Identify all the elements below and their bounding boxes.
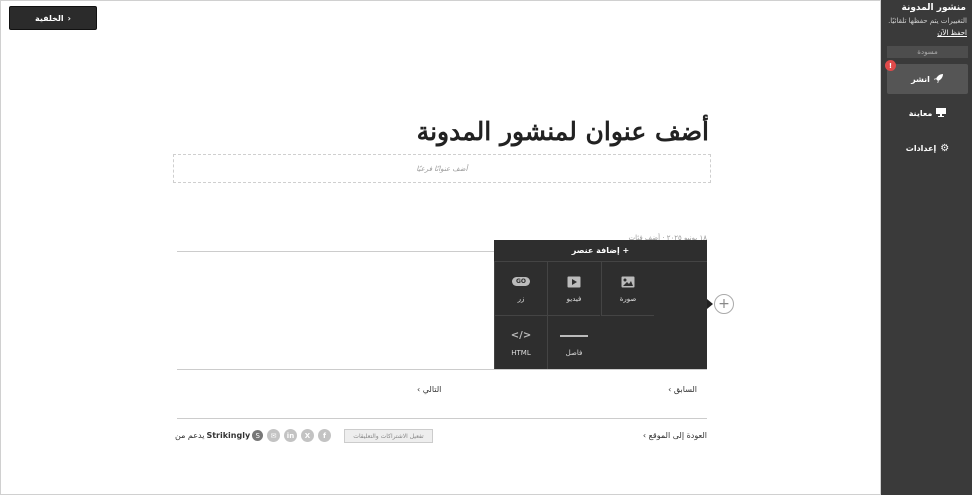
add-button-option[interactable]: GO زر [494, 262, 547, 316]
divider [177, 418, 707, 419]
powered-prefix: يدعم من [175, 431, 205, 440]
post-title[interactable]: أضف عنوان لمنشور المدونة [381, 117, 709, 146]
linkedin-icon[interactable]: in [284, 429, 297, 442]
rocket-icon [933, 73, 944, 85]
powered-by[interactable]: يدعم من Strikingly S [175, 430, 264, 441]
gear-icon: ⚙ [940, 142, 950, 154]
image-icon [621, 275, 635, 289]
preview-button[interactable]: معاينة [887, 105, 968, 121]
publish-label: انشر [911, 74, 930, 84]
x-icon[interactable]: X [301, 429, 314, 442]
option-label: فاصل [565, 348, 583, 357]
next-post-link[interactable]: ‹ التالي [417, 385, 477, 394]
preview-label: معاينة [908, 108, 933, 118]
publish-button[interactable]: ! انشر [885, 60, 968, 94]
settings-label: إعدادات [905, 143, 937, 153]
code-icon-text: </> [510, 330, 532, 341]
chevron-right-icon: › [642, 431, 647, 440]
divider [177, 369, 707, 370]
facebook-icon[interactable]: f [318, 429, 331, 442]
subtitle-input[interactable]: أضف عنوانًا فرعيًا [173, 154, 711, 183]
next-label: التالي [422, 385, 442, 394]
draft-status: مسودة [887, 46, 968, 58]
prev-label: السابق [673, 385, 697, 394]
chevron-left-icon: ‹ [417, 385, 421, 394]
option-label: HTML [511, 348, 531, 357]
sidebar-title: منشور المدونة [901, 3, 967, 13]
chevron-right-icon: › [668, 385, 672, 394]
save-now-link[interactable]: احفظ الآن [937, 29, 967, 37]
chevron-right-icon: › [67, 13, 71, 23]
panel-title: + إضافة عنصر [494, 240, 707, 262]
enable-subscriptions-button[interactable]: تفعيل الاشتراكات والتعليقات [344, 429, 433, 443]
option-label: فيديو [566, 294, 582, 303]
button-icon-text: GO [511, 277, 531, 286]
button-icon: GO [511, 275, 531, 289]
editor-canvas: الخلفية › أضف عنوان لمنشور المدونة أضف ع… [0, 0, 881, 495]
alert-badge: ! [885, 60, 896, 71]
code-icon: </> [511, 329, 531, 343]
element-grid: صورة فيديو GO زر فاصل </> HTML [494, 262, 707, 370]
add-html-option[interactable]: </> HTML [494, 316, 547, 370]
add-element-panel: + إضافة عنصر صورة فيديو GO زر فاصل </> H… [494, 240, 707, 370]
add-block-button[interactable]: + [714, 294, 734, 314]
strikingly-logo-icon: S [252, 430, 264, 441]
autosave-note: التغييرات يتم حفظها تلقائيًا. [888, 17, 967, 25]
back-to-site-label: العودة إلى الموقع [648, 431, 707, 440]
prev-post-link[interactable]: السابق › [601, 385, 697, 394]
add-image-option[interactable]: صورة [601, 262, 654, 316]
preview-icon [936, 107, 947, 119]
settings-button[interactable]: ⚙ إعدادات [887, 140, 968, 156]
video-icon [567, 275, 581, 289]
option-label: زر [517, 294, 525, 303]
back-button[interactable]: الخلفية › [9, 6, 97, 30]
divider-icon [560, 329, 588, 343]
brand-name: Strikingly [206, 431, 251, 440]
email-icon[interactable]: ✉ [267, 429, 280, 442]
back-to-site-link[interactable]: العودة إلى الموقع › [561, 431, 707, 440]
add-video-option[interactable]: فيديو [547, 262, 600, 316]
add-divider-option[interactable]: فاصل [547, 316, 600, 370]
option-label: صورة [619, 294, 637, 303]
plus-icon: + [718, 296, 730, 312]
back-button-label: الخلفية [35, 13, 64, 23]
caret-right-icon [707, 299, 713, 309]
editor-sidebar: منشور المدونة التغييرات يتم حفظها تلقائي… [881, 0, 972, 495]
